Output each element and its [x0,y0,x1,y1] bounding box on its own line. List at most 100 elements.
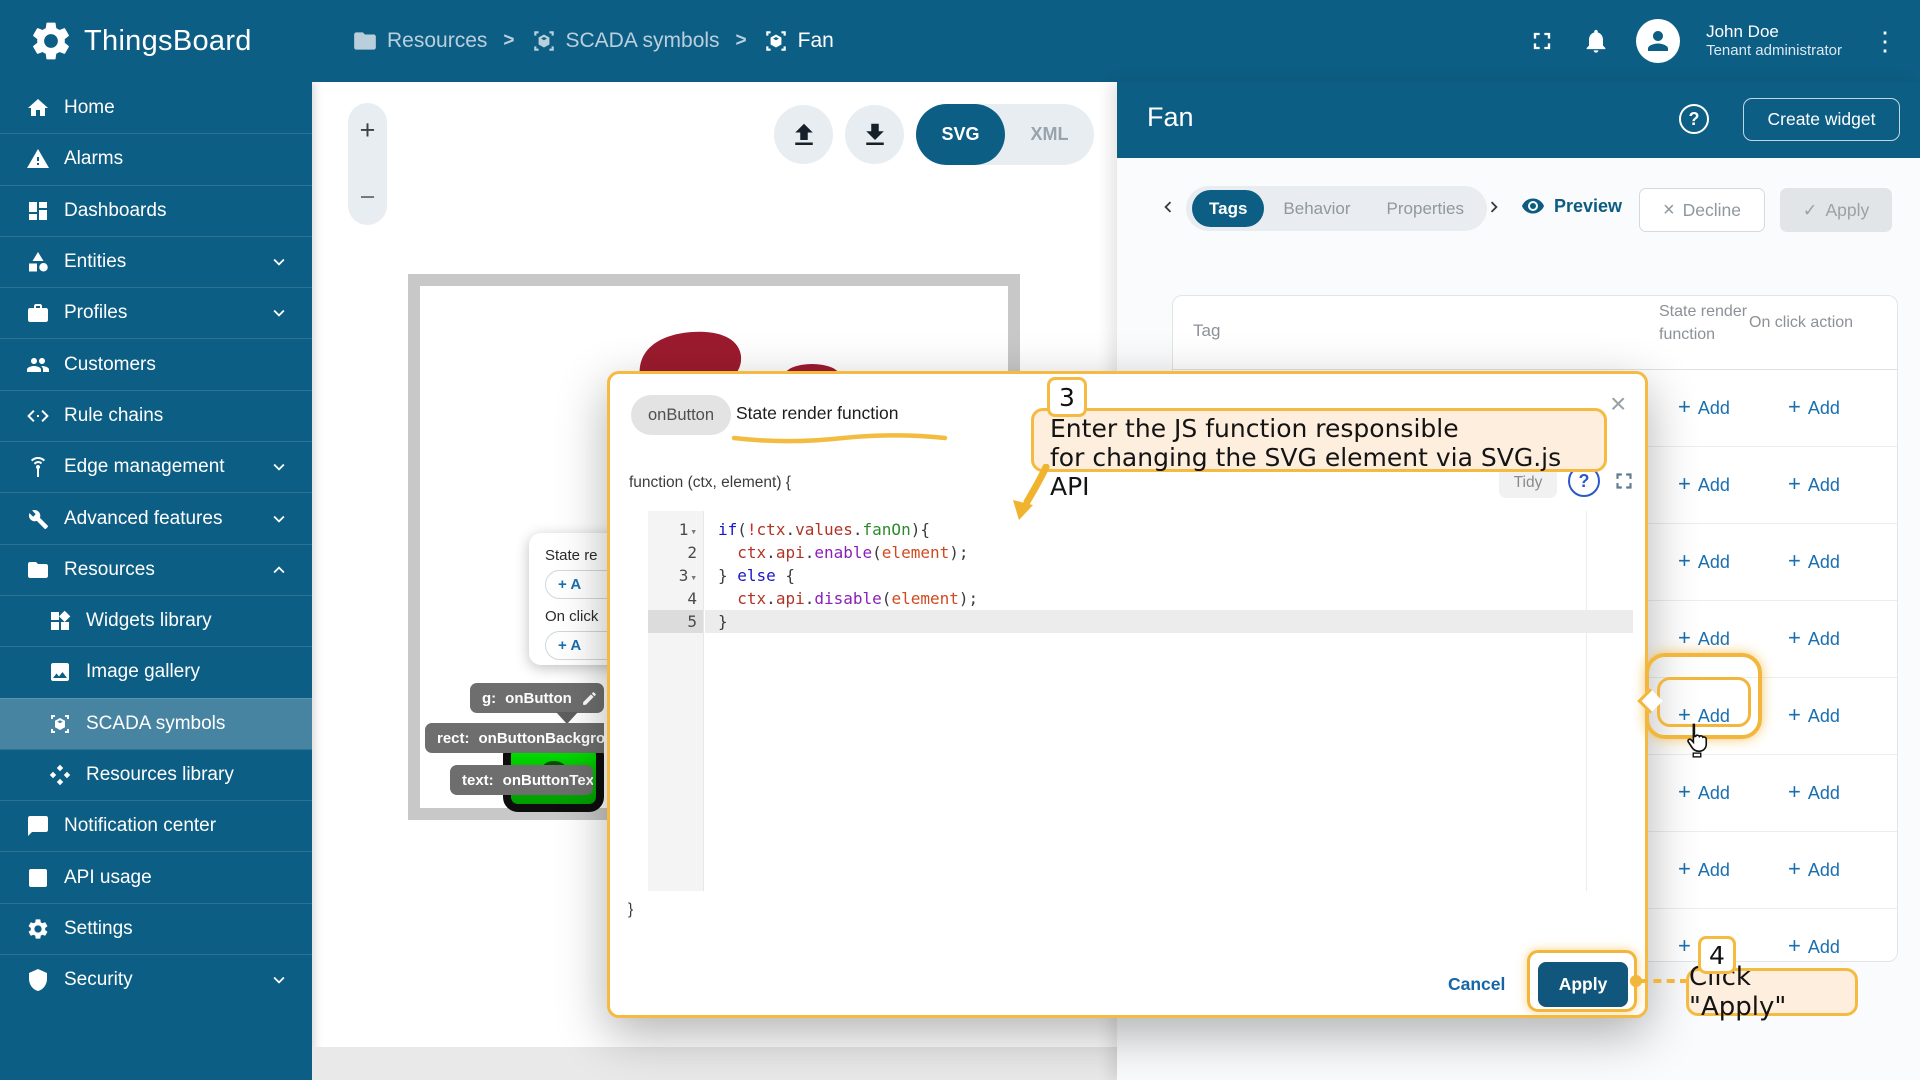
person-icon [1643,26,1673,56]
kebab-menu-icon[interactable]: ⋮ [1868,26,1902,57]
close-dialog-icon[interactable]: × [1610,390,1626,418]
title-marker-underline [731,433,948,444]
fold-icon[interactable]: ▾ [690,571,697,584]
add-on-click-button[interactable]: + Add [1765,447,1863,523]
line-number: 1 ▾ [678,520,697,539]
sidebar-item-image-gallery[interactable]: Image gallery [0,646,312,697]
add-state-render-button[interactable]: +Add [1655,755,1753,831]
dashboard-icon [26,199,50,223]
add-on-click-button[interactable]: + Add [1765,909,1863,961]
plus-icon: + [1678,625,1691,650]
scada-icon [763,28,789,54]
sidebar-item-security[interactable]: Security [0,954,312,1005]
tabs-scroll-left-icon[interactable] [1157,194,1179,220]
user-role: Tenant administrator [1706,42,1842,60]
sidebar-item-resources-library[interactable]: Resources library [0,748,312,800]
code-line: ctx.api.enable(element); [737,543,969,562]
tag-chip-text[interactable]: text: onButtonText [450,765,593,795]
sidebar-item-profiles[interactable]: Profiles [0,287,312,338]
breadcrumb-item[interactable]: Fan [763,28,834,54]
toggle-xml[interactable]: XML [1005,104,1094,165]
brand-logo[interactable]: ThingsBoard [28,0,252,82]
plus-icon: + [1678,548,1691,573]
help-icon[interactable]: ? [1679,104,1709,134]
tab-behavior[interactable]: Behavior [1266,190,1367,227]
add-on-click-button[interactable]: + Add [1765,524,1863,600]
edit-pencil-icon[interactable] [581,690,598,707]
sidebar-item-dashboards[interactable]: Dashboards [0,184,312,236]
sidebar-item-alarms[interactable]: Alarms [0,133,312,184]
sidebar-item-home[interactable]: Home [0,82,312,133]
expand-editor-icon[interactable] [1611,468,1637,494]
format-toggle: SVG XML [916,104,1094,165]
zoom-out-button[interactable]: − [360,184,376,211]
code-line: ctx.api.disable(element); [737,589,979,608]
line-number: 3 ▾ [678,566,697,585]
create-widget-button[interactable]: Create widget [1743,98,1900,141]
page-title: Fan [1147,102,1194,132]
download-icon [860,120,890,150]
sidebar-item-edge-management[interactable]: Edge management [0,441,312,492]
closing-brace: } [628,901,634,918]
warning-icon [26,147,50,171]
add-state-render-button[interactable]: +Add [1655,524,1753,600]
table-header: Tag State render function On click actio… [1173,296,1897,370]
cancel-button[interactable]: Cancel [1448,974,1505,995]
sidebar-item-advanced-features[interactable]: Advanced features [0,492,312,543]
tab-tags[interactable]: Tags [1192,190,1265,227]
tutorial-step-3-badge: 3 [1047,377,1087,417]
apply-button-toolbar[interactable]: ✓ Apply [1780,188,1892,232]
add-on-click-button[interactable]: + Add [1765,678,1863,754]
upload-button[interactable] [774,105,833,164]
zoom-in-button[interactable]: + [360,117,376,144]
sidebar-item-customers[interactable]: Customers [0,338,312,389]
decline-button[interactable]: × Decline [1639,188,1765,232]
user-info[interactable]: John Doe Tenant administrator [1706,21,1842,61]
zoom-control: + − [348,103,387,225]
fullscreen-icon[interactable] [1528,27,1556,55]
tab-properties[interactable]: Properties [1370,190,1481,227]
antenna-icon [26,455,50,479]
add-state-render-button[interactable]: +Add [1655,832,1753,908]
preview-button[interactable]: Preview [1521,194,1622,218]
add-state-render-button[interactable]: +Add [1655,370,1753,446]
tabs-scroll-right-icon[interactable] [1483,194,1505,220]
sidebar-item-scada-symbols[interactable]: SCADA symbols [0,697,312,749]
add-on-click-button[interactable]: + Add [1765,370,1863,446]
fold-icon[interactable]: ▾ [690,525,697,538]
sidebar-item-widgets-library[interactable]: Widgets library [0,594,312,646]
add-on-click-button[interactable]: + Add [1765,755,1863,831]
breadcrumb-item[interactable]: Resources [352,28,487,54]
function-signature: function (ctx, element) { [629,474,791,491]
sidebar-item-notification-center[interactable]: Notification center [0,800,312,851]
tag-chip-group[interactable]: g: onButton [470,683,604,713]
sidebar-item-settings[interactable]: Settings [0,902,312,954]
add-on-click-button[interactable]: + Add [1765,601,1863,677]
notifications-bell-icon[interactable] [1582,27,1610,55]
panel-header: Fan ? Create widget [1117,82,1920,158]
breadcrumb-item[interactable]: SCADA symbols [531,28,720,54]
breadcrumb-separator: > [735,30,747,51]
avatar[interactable] [1636,19,1681,63]
tools-icon [26,507,50,531]
sidebar-item-rule-chains[interactable]: Rule chains [0,389,312,441]
download-button[interactable] [845,105,904,164]
sidebar-item-resources[interactable]: Resources [0,543,312,595]
plus-icon: + [1678,394,1691,419]
add-on-click-button[interactable]: + Add [1765,832,1863,908]
add-state-render-button[interactable]: +Add [1655,601,1753,677]
plus-icon: + [1678,471,1691,496]
code-editor[interactable]: 1 ▾ 2 3 ▾ 4 5 if(!ctx.values.fanOn){ ctx.api.e… [648,511,1633,891]
sidebar-item-api-usage[interactable]: API usage [0,851,312,902]
plus-icon: + [1788,702,1801,727]
hand-cursor-icon [1687,723,1708,758]
upload-icon [789,120,819,150]
sidebar-item-entities[interactable]: Entities [0,235,312,287]
toggle-svg[interactable]: SVG [916,104,1005,165]
tag-chip-rect[interactable]: rect: onButtonBackgrou [425,723,604,753]
line-number: 5 [648,610,703,633]
brand-name: ThingsBoard [84,24,252,57]
add-state-render-button[interactable]: +Add [1655,447,1753,523]
apply-button-dialog[interactable]: Apply [1538,962,1628,1007]
line-number: 2 [687,543,697,562]
